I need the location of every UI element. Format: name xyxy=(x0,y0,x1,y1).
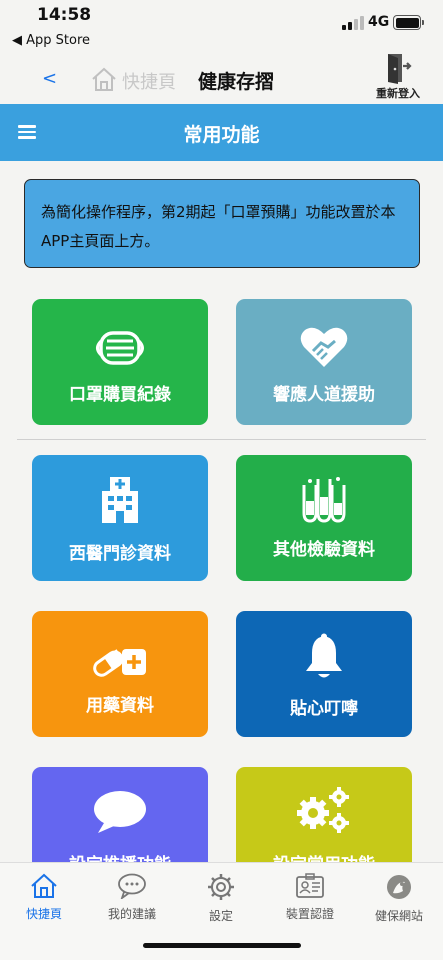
gears-icon xyxy=(297,787,349,833)
back-to-app-store-link[interactable]: ◀ App Store xyxy=(12,33,90,48)
tab-device-verification[interactable]: 裝置認證 xyxy=(266,873,354,922)
back-button[interactable]: < xyxy=(42,68,57,89)
website-icon xyxy=(387,875,411,899)
relogin-label: 重新登入 xyxy=(376,87,420,100)
tab-label: 快捷頁 xyxy=(25,907,62,921)
tab-nhi-website[interactable]: 健保網站 xyxy=(355,873,443,924)
section-header-bar: 常用功能 xyxy=(0,104,443,161)
chat-icon xyxy=(118,873,146,899)
home-indicator xyxy=(143,943,301,948)
tab-label: 健保網站 xyxy=(374,909,423,923)
tile-label: 西醫門診資料 xyxy=(69,544,171,564)
tile-mask-purchase-record[interactable]: 口罩購買紀錄 xyxy=(32,299,208,425)
nav-faded-label: 快捷頁 xyxy=(122,72,176,93)
tab-settings[interactable]: 設定 xyxy=(177,873,265,924)
tile-label: 口罩購買紀錄 xyxy=(69,385,171,405)
tile-label: 其他檢驗資料 xyxy=(273,540,375,560)
tab-label: 設定 xyxy=(208,909,233,923)
status-time: 14:58 xyxy=(37,5,92,25)
tile-other-test-records[interactable]: 其他檢驗資料 xyxy=(236,455,412,581)
signal-icon xyxy=(342,16,364,30)
hospital-icon xyxy=(102,477,138,523)
door-exit-icon xyxy=(388,54,412,84)
network-label: 4G xyxy=(368,14,390,30)
pill-icon xyxy=(93,649,146,677)
tile-western-medicine-records[interactable]: 西醫門診資料 xyxy=(32,455,208,581)
battery-icon xyxy=(393,15,421,30)
nav-header: < 快捷頁 健康存摺 重新登入 xyxy=(0,52,443,104)
chat-bubble-icon xyxy=(94,791,146,833)
page-title: 健康存摺 xyxy=(198,71,275,93)
test-tubes-icon xyxy=(302,477,346,523)
divider xyxy=(17,439,426,440)
section-title: 常用功能 xyxy=(183,124,260,146)
relogin-button[interactable]: 重新登入 xyxy=(368,52,428,104)
tile-label: 響應人道援助 xyxy=(273,385,375,405)
tab-label: 我的建議 xyxy=(107,907,156,921)
tab-quick-page[interactable]: 快捷頁 xyxy=(0,873,88,922)
battery-tip xyxy=(422,20,424,25)
notice-banner: 為簡化操作程序，第2期起「口罩預購」功能改置於本APP主頁面上方。 xyxy=(24,179,420,268)
tab-my-suggestions[interactable]: 我的建議 xyxy=(88,873,176,922)
mask-icon xyxy=(96,331,144,365)
gear-icon xyxy=(208,874,234,900)
tile-humanitarian-aid[interactable]: 響應人道援助 xyxy=(236,299,412,425)
heart-handshake-icon xyxy=(300,327,348,367)
bell-icon xyxy=(306,633,342,678)
tile-label: 貼心叮嚀 xyxy=(290,699,358,719)
status-bar: 14:58 ◀ App Store 4G xyxy=(0,0,443,52)
home-icon[interactable] xyxy=(90,66,118,92)
tab-label: 裝置認證 xyxy=(285,907,334,921)
tile-label: 用藥資料 xyxy=(86,696,154,716)
home-icon xyxy=(31,873,57,898)
tile-medication-records[interactable]: 用藥資料 xyxy=(32,611,208,737)
tile-caring-reminders[interactable]: 貼心叮嚀 xyxy=(236,611,412,737)
id-card-icon xyxy=(296,873,324,898)
